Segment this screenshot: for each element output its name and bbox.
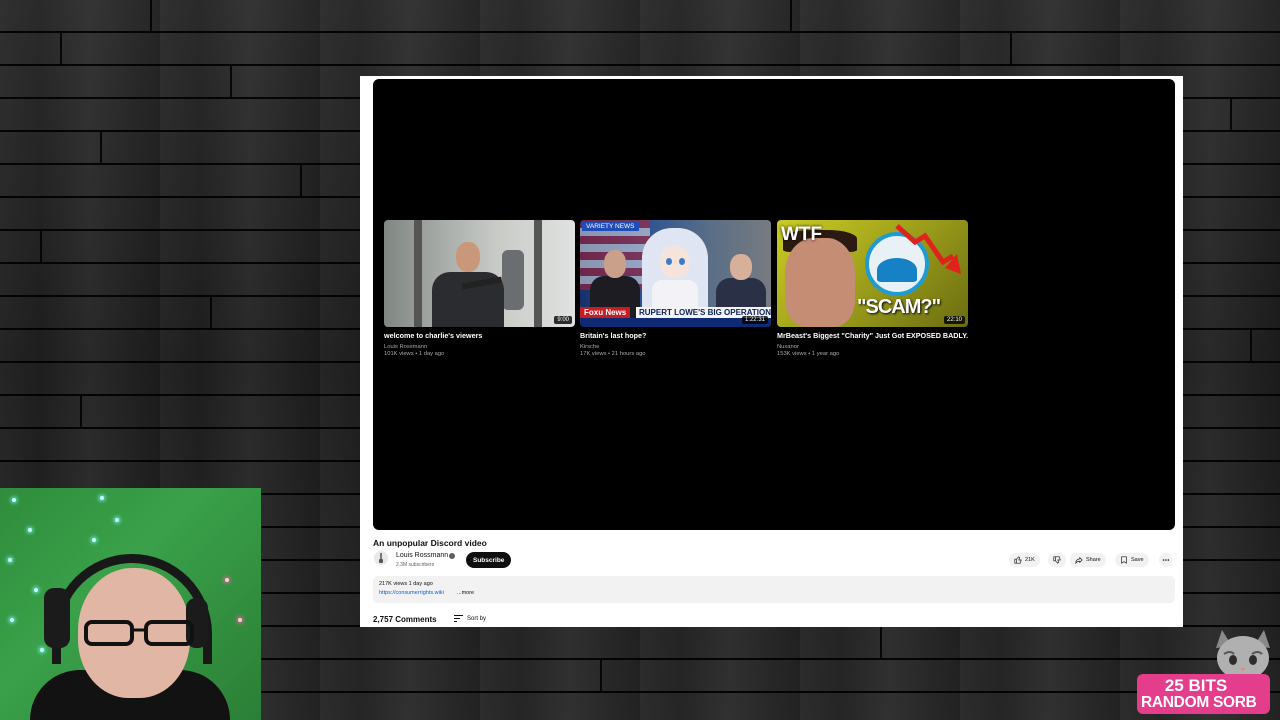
- share-label: Share: [1086, 557, 1101, 563]
- video-duration: 1:22:31: [741, 316, 768, 324]
- thumbnail-graphic: [534, 220, 542, 327]
- sort-label: Sort by: [467, 615, 487, 622]
- thumbnail-text: "SCAM?": [857, 296, 941, 318]
- string-light: [12, 498, 16, 502]
- end-screen-thumbnail[interactable]: WTF "SCAM?" 22:10: [777, 220, 968, 327]
- like-count: 21K: [1025, 557, 1035, 563]
- string-light: [8, 558, 12, 562]
- background-seam: [60, 33, 62, 66]
- string-light: [115, 518, 119, 522]
- share-button[interactable]: Share: [1070, 553, 1106, 567]
- end-screen-meta: 153K views • 1 year ago: [777, 351, 840, 357]
- dislike-button[interactable]: [1048, 553, 1066, 567]
- video-player[interactable]: 9:00 welcome to charlie's viewers Louis …: [373, 79, 1175, 530]
- bits-donation-badge: 25 BITS RANDOM SORB: [1137, 674, 1270, 714]
- comments-count: 2,757 Comments: [373, 615, 437, 624]
- end-screen-title[interactable]: MrBeast's Biggest "Charity" Just Got EXP…: [777, 331, 968, 340]
- background-seam: [300, 165, 302, 198]
- glasses-icon: [84, 620, 194, 646]
- background-seam: [600, 660, 602, 693]
- thumbnail-person: [785, 238, 855, 327]
- thumbnail-banner: Foxu News: [580, 307, 631, 318]
- string-light: [28, 528, 32, 532]
- more-actions-button[interactable]: [1159, 553, 1173, 567]
- screwdriver-icon: [379, 553, 383, 563]
- end-screen-video-2[interactable]: VARIETY NEWS Foxu News RUPERT LOWE'S BIG…: [580, 220, 771, 357]
- show-more-link[interactable]: ...more: [457, 590, 474, 596]
- end-screen-thumbnail[interactable]: VARIETY NEWS Foxu News RUPERT LOWE'S BIG…: [580, 220, 771, 327]
- channel-name[interactable]: Louis Rossmann: [396, 552, 448, 559]
- video-duration: 22:10: [943, 316, 965, 324]
- string-light: [238, 618, 242, 622]
- end-screen-video-1[interactable]: 9:00 welcome to charlie's viewers Louis …: [384, 220, 575, 357]
- headphones-earcup: [44, 588, 70, 648]
- string-light: [10, 618, 14, 622]
- thumbs-down-icon: [1053, 556, 1061, 564]
- video-duration: 9:00: [554, 316, 572, 324]
- subscribe-button[interactable]: Subscribe: [466, 552, 512, 568]
- thumbnail-graphic: [414, 220, 422, 327]
- end-screen-channel: Louis Rossmann: [384, 344, 428, 350]
- end-screen-meta: 101K views • 1 day ago: [384, 351, 445, 357]
- string-light: [92, 538, 96, 542]
- description-link[interactable]: https://consumerrights.wiki: [379, 590, 444, 596]
- background-seam: [150, 0, 152, 33]
- thumbnail-graphic: [502, 250, 524, 310]
- background-seam: [790, 0, 792, 33]
- description-box[interactable]: 217K views 1 day ago https://consumerrig…: [373, 576, 1175, 603]
- string-light: [40, 648, 44, 652]
- subscriber-count: 2.3M subscribers: [396, 562, 435, 568]
- background-seam: [1010, 33, 1012, 66]
- thumbnail-banner: VARIETY NEWS: [582, 222, 639, 231]
- sort-comments-button[interactable]: Sort by: [454, 615, 486, 622]
- end-screen-channel: Kirsche: [580, 344, 600, 350]
- end-screen-title[interactable]: Britain's last hope?: [580, 331, 771, 340]
- background-seam: [100, 132, 102, 165]
- end-screen-title[interactable]: welcome to charlie's viewers: [384, 331, 575, 340]
- more-horizontal-icon: [1162, 559, 1170, 561]
- channel-avatar[interactable]: [374, 551, 388, 565]
- string-light: [225, 578, 229, 582]
- video-title: An unpopular Discord video: [373, 538, 487, 548]
- youtube-watch-page: 9:00 welcome to charlie's viewers Louis …: [360, 76, 1183, 627]
- sort-icon: [454, 615, 463, 622]
- share-icon: [1075, 556, 1083, 564]
- string-light: [100, 496, 104, 500]
- end-screen-thumbnail[interactable]: 9:00: [384, 220, 575, 327]
- bits-donor-name: RANDOM SORB: [1141, 694, 1257, 711]
- bookmark-icon: [1121, 556, 1127, 564]
- like-button[interactable]: 21K: [1009, 553, 1040, 567]
- end-screen-channel: Nuxanor: [777, 344, 799, 350]
- thumbs-up-icon: [1014, 556, 1022, 564]
- background-seam: [880, 627, 882, 660]
- background-seam: [80, 396, 82, 429]
- background-seam: [1250, 330, 1252, 363]
- verified-icon: [449, 553, 455, 559]
- red-arrow-icon: [895, 224, 961, 274]
- thumbnail-text: WTF: [781, 224, 823, 245]
- webcam-feed: [0, 488, 261, 720]
- end-screen-video-3[interactable]: WTF "SCAM?" 22:10 MrBeast's Biggest "Cha…: [777, 220, 968, 357]
- save-label: Save: [1131, 557, 1144, 563]
- bits-amount: 25 BITS: [1164, 676, 1228, 695]
- end-screen-meta: 17K views • 21 hours ago: [580, 351, 646, 357]
- background-seam: [230, 66, 232, 99]
- background-seam: [1230, 99, 1232, 132]
- view-stats: 217K views 1 day ago: [379, 581, 433, 587]
- background-seam: [40, 231, 42, 264]
- background-seam: [210, 297, 212, 330]
- save-button[interactable]: Save: [1115, 553, 1149, 567]
- string-light: [34, 588, 38, 592]
